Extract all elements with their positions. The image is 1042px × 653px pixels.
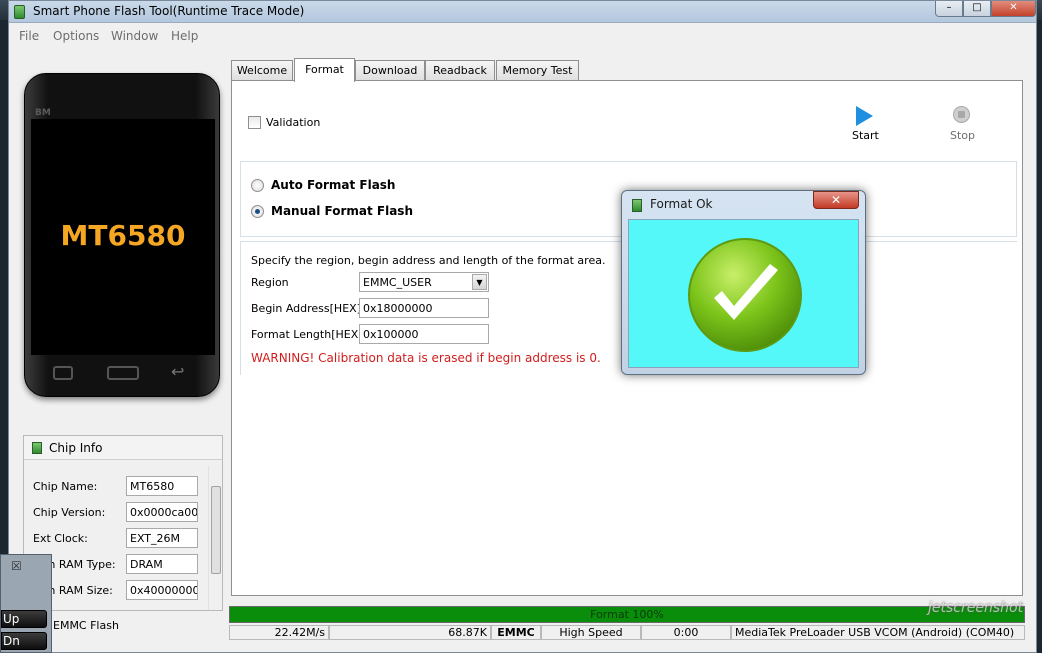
region-select[interactable]: EMMC_USER ▼ xyxy=(359,272,489,292)
close-button[interactable]: ✕ xyxy=(991,1,1036,17)
phone-illustration: BM MT6580 ↩ xyxy=(24,73,220,397)
chip-row: Chip Version: 0x0000ca00 xyxy=(24,502,209,524)
chip-info-scrollbar[interactable] xyxy=(208,466,222,610)
chip-icon xyxy=(32,442,42,454)
ext-clock-value[interactable]: EXT_26M xyxy=(126,528,198,548)
status-speed: 22.42M/s xyxy=(229,625,329,640)
widget-close-icon[interactable]: ☒ xyxy=(11,559,22,573)
menu-file[interactable]: File xyxy=(19,29,39,43)
up-button[interactable]: Up xyxy=(1,610,47,628)
status-storage: EMMC xyxy=(491,625,541,640)
phone-home-key-icon xyxy=(107,366,139,380)
stop-icon[interactable] xyxy=(953,106,970,123)
format-length-label: Format Length[HEX]: xyxy=(251,328,367,341)
chip-info-title: Chip Info xyxy=(49,441,103,455)
begin-address-input[interactable]: 0x18000000 xyxy=(359,298,489,318)
minimize-button[interactable]: – xyxy=(935,1,963,17)
chip-info-panel: Chip Info Chip Name: MT6580 Chip Version… xyxy=(23,435,223,611)
dialog-title: Format Ok xyxy=(650,197,713,211)
menu-help[interactable]: Help xyxy=(171,29,198,43)
tab-welcome[interactable]: Welcome xyxy=(231,60,293,81)
tab-download[interactable]: Download xyxy=(355,60,425,81)
storage-type-row: EMMC Flash xyxy=(23,615,223,637)
dialog-app-icon xyxy=(632,199,642,212)
chip-row: Ext Clock: EXT_26M xyxy=(24,528,209,550)
phone-brand: BM xyxy=(35,108,51,118)
menu-options[interactable]: Options xyxy=(53,29,99,43)
manual-format-label[interactable]: Manual Format Flash xyxy=(271,204,413,218)
calibration-warning: WARNING! Calibration data is erased if b… xyxy=(251,351,601,365)
validation-label[interactable]: Validation xyxy=(266,116,320,129)
dialog-body xyxy=(628,219,859,368)
main-window: Smart Phone Flash Tool(Runtime Trace Mod… xyxy=(8,0,1037,653)
region-label: Region xyxy=(251,276,289,289)
down-button[interactable]: Dn xyxy=(1,632,47,650)
chip-info-header[interactable]: Chip Info xyxy=(24,436,222,460)
phone-menu-key-icon xyxy=(53,366,73,380)
app-icon xyxy=(14,5,25,19)
stop-button[interactable]: Stop xyxy=(950,129,975,142)
ram-size-value[interactable]: 0x40000000 xyxy=(126,580,198,600)
format-length-input[interactable]: 0x100000 xyxy=(359,324,489,344)
scrollbar-thumb[interactable] xyxy=(211,486,221,574)
auto-format-label[interactable]: Auto Format Flash xyxy=(271,178,395,192)
status-bar: 22.42M/s 68.87K EMMC High Speed 0:00 Med… xyxy=(229,625,1025,640)
begin-address-label: Begin Address[HEX]: xyxy=(251,302,365,315)
chip-name-label: Chip Name: xyxy=(33,480,98,493)
chevron-down-icon[interactable]: ▼ xyxy=(472,274,487,290)
tab-format[interactable]: Format xyxy=(294,58,355,82)
format-area-description: Specify the region, begin address and le… xyxy=(251,254,606,267)
window-title: Smart Phone Flash Tool(Runtime Trace Mod… xyxy=(33,4,305,18)
storage-type-label: EMMC Flash xyxy=(53,619,119,632)
tab-memory-test[interactable]: Memory Test xyxy=(496,60,579,81)
start-button[interactable]: Start xyxy=(852,129,879,142)
menu-bar: File Options Window Help xyxy=(9,24,1036,46)
validation-checkbox[interactable] xyxy=(248,116,261,129)
progress-bar: Format 100% xyxy=(229,606,1025,623)
start-icon[interactable] xyxy=(856,106,873,126)
status-usb-speed: High Speed xyxy=(541,625,641,640)
checkmark-success-icon xyxy=(688,238,802,352)
background-widget: ☒ Up Dn xyxy=(0,554,52,653)
phone-model-label: MT6580 xyxy=(60,219,186,252)
chip-row: Chip Name: MT6580 xyxy=(24,476,209,498)
tab-readback[interactable]: Readback xyxy=(425,60,495,81)
progress-label: Format 100% xyxy=(590,608,664,621)
chip-version-value[interactable]: 0x0000ca00 xyxy=(126,502,198,522)
ext-clock-label: Ext Clock: xyxy=(33,532,88,545)
maximize-button[interactable]: □ xyxy=(963,1,991,17)
status-time: 0:00 xyxy=(641,625,731,640)
phone-screen: MT6580 xyxy=(31,119,215,355)
manual-format-radio[interactable] xyxy=(251,205,264,218)
chip-version-label: Chip Version: xyxy=(33,506,106,519)
auto-format-radio[interactable] xyxy=(251,179,264,192)
phone-back-key-icon: ↩ xyxy=(171,362,185,381)
region-select-value: EMMC_USER xyxy=(363,276,432,289)
dialog-close-button[interactable]: ✕ xyxy=(813,191,859,209)
chip-name-value[interactable]: MT6580 xyxy=(126,476,198,496)
status-port: MediaTek PreLoader USB VCOM (Android) (C… xyxy=(731,625,1025,640)
title-bar[interactable]: Smart Phone Flash Tool(Runtime Trace Mod… xyxy=(9,1,1036,23)
menu-window[interactable]: Window xyxy=(111,29,158,43)
watermark: jetscreenshot xyxy=(928,600,1024,616)
ram-type-value[interactable]: DRAM xyxy=(126,554,198,574)
format-ok-dialog: Format Ok ✕ xyxy=(621,190,866,375)
status-size: 68.87K xyxy=(329,625,491,640)
